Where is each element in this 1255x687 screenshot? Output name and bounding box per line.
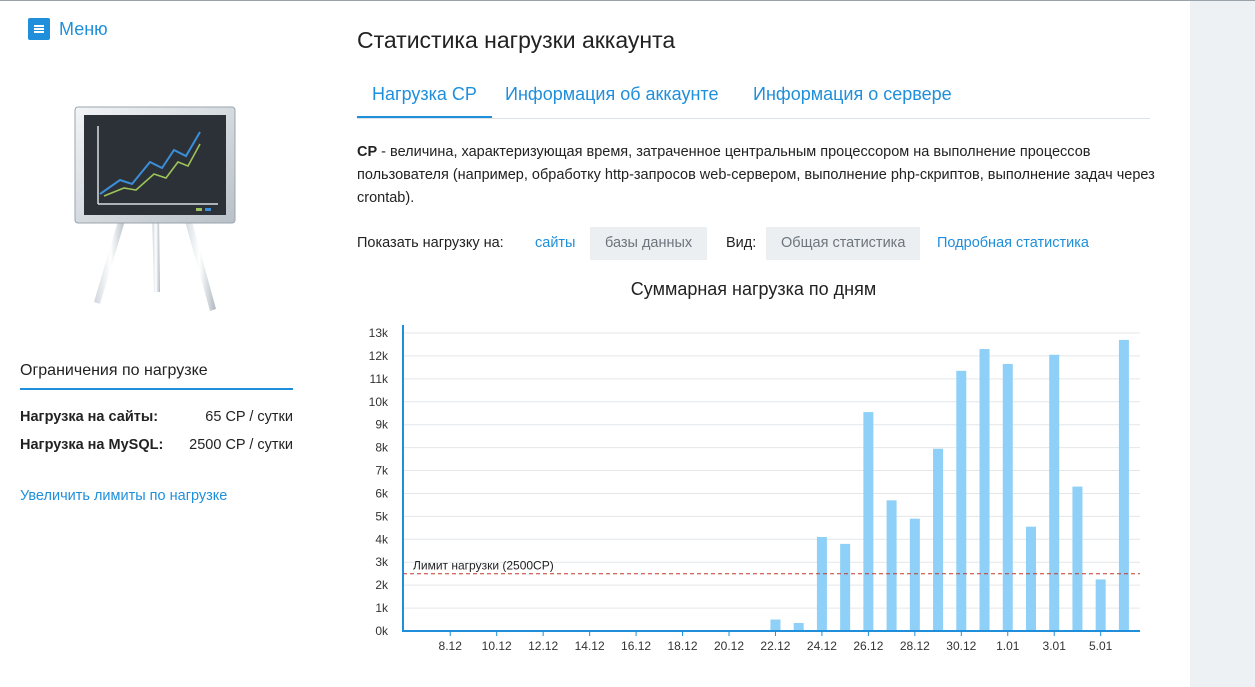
limit-value: 65 CP / сутки	[205, 409, 293, 425]
x-tick-label: 8.12	[439, 639, 463, 653]
cp-term: CP	[357, 144, 378, 160]
x-tick-label: 20.12	[714, 639, 744, 653]
daily-load-bar-chart: 0k 1k 2k 3k 4k 5k 6k 7k 8k 9k 10k 11k 12k 13k Лимит на…	[369, 325, 1140, 653]
y-tick-label: 2k	[375, 578, 389, 592]
tab-cp-load[interactable]: Нагрузка CP	[357, 79, 492, 118]
menu-button[interactable]: Меню	[28, 18, 108, 40]
x-tick-label: 5.01	[1089, 639, 1113, 653]
limit-row-sites: Нагрузка на сайты: 65 CP / сутки	[20, 409, 293, 425]
y-tick-label: 4k	[375, 532, 389, 546]
presentation-easel-chart-icon	[74, 106, 236, 311]
tab-bar: Нагрузка CP Информация об аккаунте Инфор…	[357, 79, 1150, 119]
right-gutter	[1190, 1, 1255, 687]
y-tick-label: 0k	[375, 624, 389, 638]
x-tick-label: 26.12	[853, 639, 883, 653]
limit-label: Нагрузка на сайты:	[20, 409, 159, 425]
x-tick-label: 24.12	[807, 639, 837, 653]
bar	[863, 412, 874, 631]
limit-row-mysql: Нагрузка на MySQL: 2500 CP / сутки	[20, 437, 293, 453]
bar	[909, 518, 920, 631]
bar	[1095, 579, 1106, 631]
limit-label: Нагрузка на MySQL:	[20, 437, 164, 453]
top-border	[0, 0, 1255, 1]
bar	[956, 370, 967, 631]
bar	[1002, 363, 1013, 631]
bar	[1072, 486, 1083, 631]
page-title: Статистика нагрузки аккаунта	[357, 27, 676, 53]
x-tick-label: 28.12	[900, 639, 930, 653]
bar	[1118, 339, 1129, 631]
filter-bar: Показать нагрузку на: сайты базы данных …	[357, 227, 1157, 260]
cp-description: CP - величина, характеризующая время, за…	[357, 141, 1157, 210]
cp-description-text: - величина, характеризующая время, затра…	[357, 144, 1155, 206]
x-tick-label: 14.12	[575, 639, 605, 653]
menu-label: Меню	[59, 18, 108, 39]
x-tick-label: 1.01	[996, 639, 1020, 653]
hamburger-icon	[28, 18, 50, 40]
tab-account-info[interactable]: Информация об аккаунте	[505, 79, 719, 116]
x-tick-label: 30.12	[946, 639, 976, 653]
show-load-label: Показать нагрузку на:	[357, 235, 504, 251]
y-tick-label: 12k	[369, 349, 389, 363]
x-tick-label: 16.12	[621, 639, 651, 653]
x-tick-label: 18.12	[668, 639, 698, 653]
x-tick-label: 22.12	[760, 639, 790, 653]
bar	[886, 500, 897, 631]
bar	[933, 448, 944, 631]
tab-server-info[interactable]: Информация о сервере	[753, 79, 952, 116]
limit-line-label: Лимит нагрузки (2500CP)	[413, 559, 554, 573]
limit-value: 2500 CP / сутки	[189, 437, 293, 453]
bar	[1049, 354, 1060, 631]
view-label: Вид:	[726, 235, 757, 251]
bar	[840, 543, 851, 631]
y-tick-label: 10k	[369, 395, 389, 409]
y-tick-label: 9k	[375, 418, 389, 432]
y-tick-label: 8k	[375, 441, 389, 455]
bar	[979, 349, 990, 631]
y-tick-label: 7k	[375, 464, 389, 478]
bar	[770, 619, 781, 631]
view-detailed-button[interactable]: Подробная статистика	[922, 227, 1104, 260]
x-tick-label: 10.12	[482, 639, 512, 653]
y-tick-label: 1k	[375, 601, 389, 615]
y-tick-label: 11k	[370, 372, 389, 386]
y-tick-label: 6k	[375, 486, 389, 500]
bar	[816, 537, 827, 631]
bar	[793, 622, 804, 631]
x-tick-label: 12.12	[528, 639, 558, 653]
y-tick-label: 5k	[375, 509, 389, 523]
filter-sites-button[interactable]: сайты	[520, 227, 590, 260]
x-tick-label: 3.01	[1043, 639, 1067, 653]
y-tick-label: 3k	[375, 555, 389, 569]
increase-limits-link[interactable]: Увеличить лимиты по нагрузке	[20, 488, 227, 504]
chart-title: Суммарная нагрузка по дням	[630, 279, 877, 299]
y-tick-label: 13k	[369, 326, 389, 340]
limits-heading: Ограничения по нагрузке	[20, 362, 293, 390]
filter-databases-button[interactable]: базы данных	[590, 227, 708, 260]
bar	[1025, 526, 1036, 631]
view-overall-button[interactable]: Общая статистика	[766, 227, 921, 260]
